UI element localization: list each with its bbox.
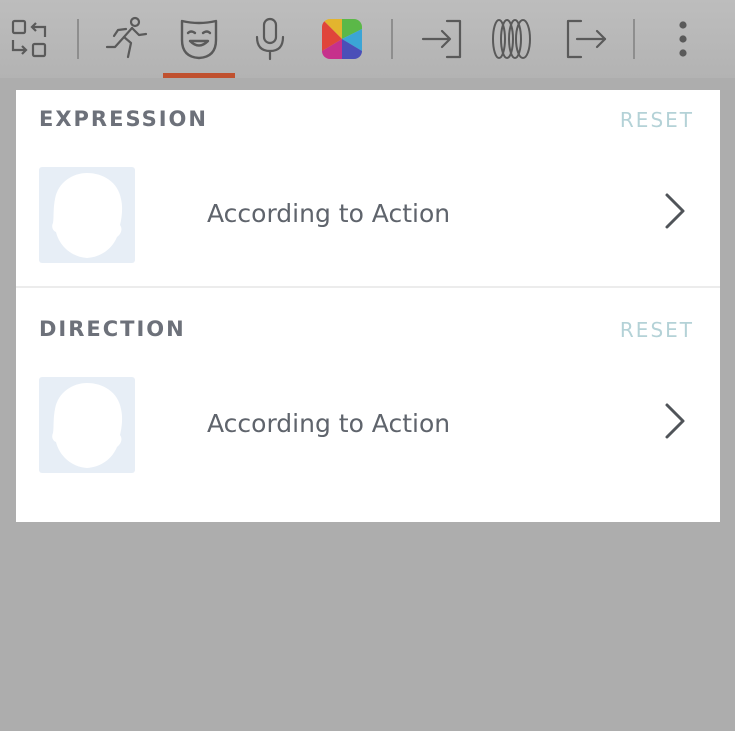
motion-icon[interactable]	[99, 13, 153, 65]
face-silhouette-icon	[39, 377, 135, 473]
direction-selector-row[interactable]: According to Action	[16, 377, 720, 477]
settings-panel: EXPRESSION RESET According to Action DIR…	[16, 90, 720, 522]
toolbar-separator	[391, 19, 393, 59]
microphone-icon[interactable]	[243, 13, 297, 65]
enter-icon[interactable]	[414, 13, 468, 65]
chevron-right-icon	[662, 401, 688, 445]
chevron-right-icon	[662, 191, 688, 235]
direction-value: According to Action	[207, 409, 451, 438]
toolbar-separator	[633, 19, 635, 59]
face-silhouette-icon	[39, 167, 135, 263]
toolbar-separator	[77, 19, 79, 59]
expression-value: According to Action	[207, 199, 451, 228]
swap-icon[interactable]	[2, 13, 56, 65]
direction-reset-button[interactable]: RESET	[620, 318, 694, 342]
more-vertical-icon[interactable]	[656, 13, 710, 65]
top-toolbar	[0, 0, 735, 78]
direction-section: DIRECTION RESET According to Action	[16, 288, 720, 522]
exit-icon[interactable]	[558, 13, 612, 65]
transition-rings-icon[interactable]	[485, 13, 539, 65]
active-tab-indicator	[163, 73, 235, 78]
expression-reset-button[interactable]: RESET	[620, 108, 694, 132]
expression-title: EXPRESSION	[39, 107, 208, 131]
expression-section: EXPRESSION RESET According to Action	[16, 90, 720, 286]
color-palette-icon[interactable]	[315, 13, 369, 65]
expression-selector-row[interactable]: According to Action	[16, 167, 720, 267]
direction-title: DIRECTION	[39, 317, 186, 341]
expression-mask-icon[interactable]	[172, 13, 226, 65]
